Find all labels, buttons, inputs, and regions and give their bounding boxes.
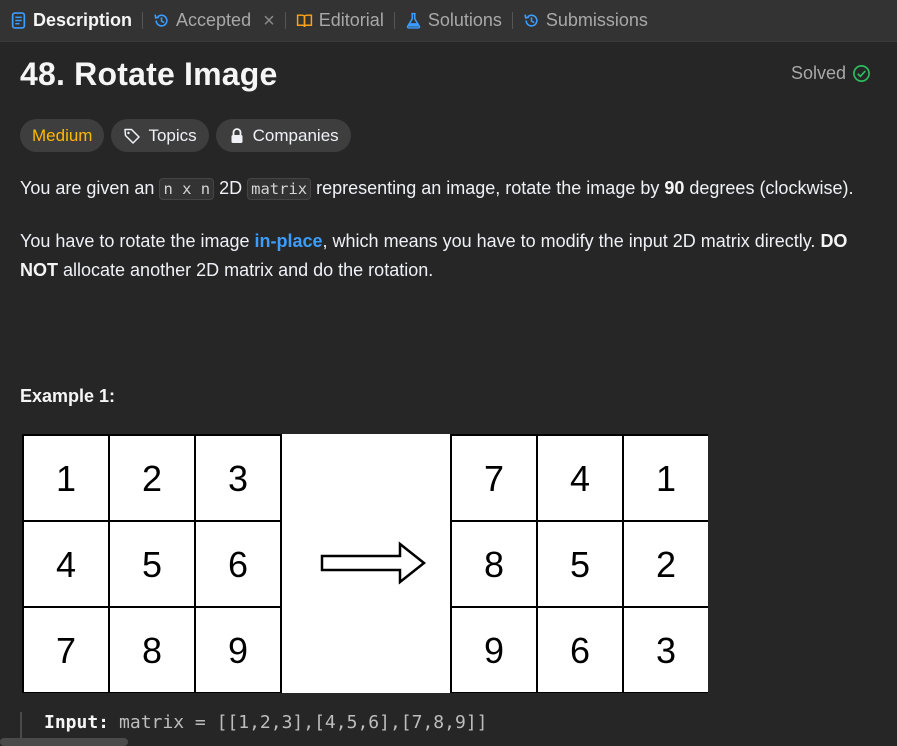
history-icon: [153, 12, 170, 29]
matrix-value: 7: [56, 630, 76, 671]
matrix-value: 7: [484, 458, 504, 499]
lock-icon: [231, 127, 243, 143]
in-place-link[interactable]: in-place: [255, 231, 323, 251]
matrix-value: 4: [56, 544, 76, 585]
problem-tags: Medium Topics Companies: [20, 119, 351, 152]
book-icon: [296, 12, 313, 29]
text: You have to rotate the image: [20, 231, 255, 251]
matrix-value: 2: [656, 544, 676, 585]
matrix-value: 1: [56, 458, 76, 499]
arrow-icon: [320, 541, 427, 585]
matrix-value: 6: [228, 544, 248, 585]
text: representing an image, rotate the image …: [311, 178, 665, 198]
companies-button[interactable]: Companies: [215, 119, 351, 152]
tab-label: Description: [33, 10, 133, 30]
tab-description[interactable]: Description: [0, 0, 142, 42]
tab-label: Accepted: [176, 10, 252, 30]
close-icon[interactable]: ×: [263, 11, 275, 31]
tab-solutions[interactable]: Solutions: [395, 0, 512, 42]
horizontal-scrollbar[interactable]: [0, 738, 128, 746]
example-image: 1 2 3 4 5 6 7 8 9 7 4 1 8 5 2 9 6 3: [22, 434, 708, 693]
tab-label: Submissions: [545, 10, 648, 30]
description-paragraph: You have to rotate the image in-place, w…: [20, 227, 860, 285]
description-icon: [10, 12, 27, 29]
matrix-value: 5: [142, 544, 162, 585]
matrix-value: 9: [484, 630, 504, 671]
difficulty-badge: Medium: [20, 119, 105, 152]
topics-button[interactable]: Topics: [111, 119, 209, 152]
input-label: Input:: [44, 712, 110, 733]
tab-editorial[interactable]: Editorial: [286, 0, 394, 42]
text: , which means you have to modify the inp…: [322, 231, 821, 251]
inline-code: n x n: [159, 178, 215, 200]
output-matrix-grid: 7 4 1 8 5 2 9 6 3: [450, 434, 708, 693]
matrix-value: 4: [570, 458, 590, 499]
text: degrees (clockwise).: [684, 178, 854, 198]
input-matrix-grid: 1 2 3 4 5 6 7 8 9: [22, 434, 282, 693]
tab-label: Editorial: [318, 10, 384, 30]
solved-status: Solved: [791, 63, 871, 84]
inline-code: matrix: [247, 178, 312, 200]
history-icon: [523, 12, 540, 29]
topics-label: Topics: [148, 125, 197, 145]
problem-title: 48. Rotate Image: [20, 56, 278, 92]
tag-icon: [124, 128, 141, 144]
problem-description: You are given an n x n 2D matrix represe…: [20, 174, 860, 308]
flask-icon: [405, 12, 422, 29]
tab-label: Solutions: [427, 10, 502, 30]
matrix-value: 9: [228, 630, 248, 671]
matrix-value: 8: [142, 630, 162, 671]
matrix-value: 6: [570, 630, 590, 671]
input-value: matrix = [[1,2,3],[4,5,6],[7,8,9]]: [119, 712, 488, 733]
tab-submissions[interactable]: Submissions: [513, 0, 658, 42]
bold-text: 90: [664, 178, 685, 198]
example-title: Example 1:: [20, 386, 116, 406]
text: You are given an: [20, 178, 160, 198]
text: 2D: [214, 178, 248, 198]
text: allocate another 2D matrix and do the ro…: [58, 260, 434, 280]
check-circle-icon: [853, 65, 870, 82]
companies-label: Companies: [252, 125, 339, 145]
matrix-value: 5: [570, 544, 590, 585]
tab-accepted[interactable]: Accepted ×: [143, 0, 285, 42]
difficulty-label: Medium: [32, 125, 93, 145]
tab-bar: Description Accepted × Editorial Solutio…: [0, 0, 897, 42]
matrix-value: 3: [656, 630, 676, 671]
matrix-value: 1: [656, 458, 676, 499]
matrix-value: 2: [142, 458, 162, 499]
matrix-value: 3: [228, 458, 248, 499]
matrix-value: 8: [484, 544, 504, 585]
solved-label: Solved: [790, 63, 846, 83]
description-paragraph: You are given an n x n 2D matrix represe…: [20, 174, 860, 204]
